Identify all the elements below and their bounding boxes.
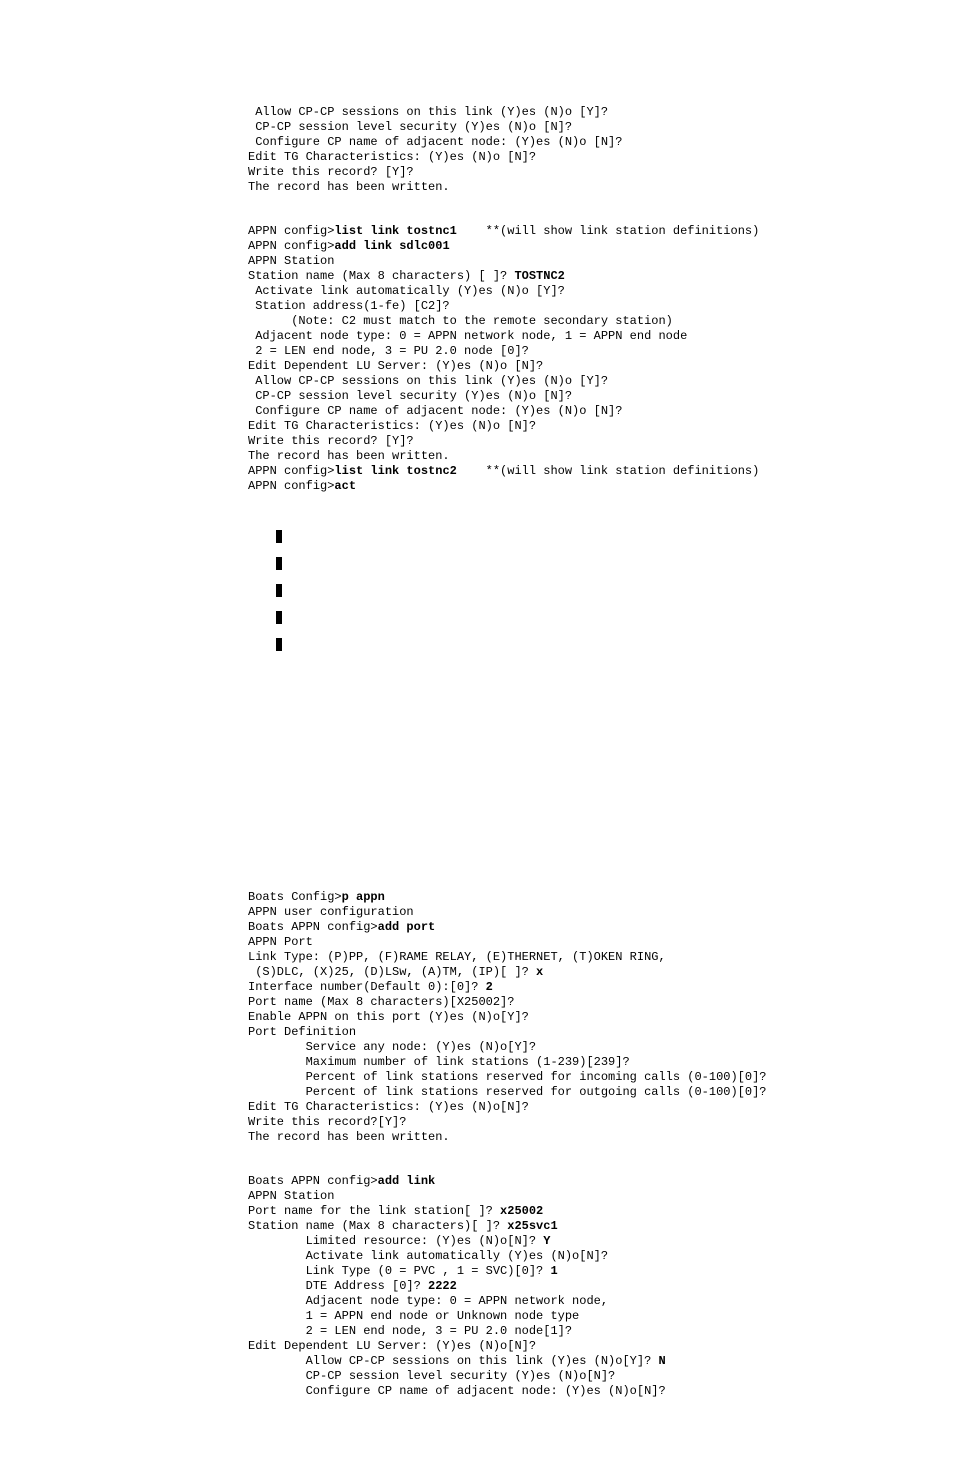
revision-bar-icon [276,584,282,597]
line: Edit Dependent LU Server: (Y)es (N)o [N]… [248,359,543,373]
terminal-block-4: Boats APPN config>add link APPN Station … [248,1159,954,1399]
line: Link Type (0 = PVC , 1 = SVC)[0]? [248,1264,550,1278]
input-value: x [536,965,543,979]
revision-bar-icon [276,557,282,570]
command: list link tostnc2 [334,464,456,478]
input-value: Y [543,1234,550,1248]
line: Link Type: (P)PP, (F)RAME RELAY, (E)THER… [248,950,666,964]
line: Port Definition [248,1025,356,1039]
line: Allow CP-CP sessions on this link (Y)es … [248,1354,658,1368]
command: add link [378,1174,436,1188]
line: Percent of link stations reserved for ou… [248,1085,766,1099]
input-value: x25002 [500,1204,543,1218]
line: The record has been written. [248,449,450,463]
line: Maximum number of link stations (1-239)[… [248,1055,630,1069]
line: Write this record? [Y]? [248,434,414,448]
command: list link tostnc1 [334,224,456,238]
command: add port [378,920,436,934]
line: (Note: C2 must match to the remote secon… [248,314,673,328]
line: 2 = LEN end node, 3 = PU 2.0 node[1]? [248,1324,572,1338]
line: 1 = APPN end node or Unknown node type [248,1309,579,1323]
revision-bar-icon [276,611,282,624]
command: p appn [342,890,385,904]
line: DTE Address [0]? [248,1279,428,1293]
line: Write this record? [Y]? [248,165,414,179]
line: Port name (Max 8 characters)[X25002]? [248,995,514,1009]
line: The record has been written. [248,1130,450,1144]
line: APPN Station [248,1189,334,1203]
line: Activate link automatically (Y)es (N)o [… [248,284,565,298]
line: Allow CP-CP sessions on this link (Y)es … [248,374,608,388]
line: Activate link automatically (Y)es (N)o[N… [248,1249,608,1263]
prompt: Boats Config> [248,890,342,904]
line: Station name (Max 8 characters) [ ]? [248,269,514,283]
prompt: Boats APPN config> [248,920,378,934]
line: Service any node: (Y)es (N)o[Y]? [248,1040,536,1054]
revision-bars [276,530,954,651]
line: Port name for the link station[ ]? [248,1204,500,1218]
line: Interface number(Default 0):[0]? [248,980,486,994]
input-value: 1 [550,1264,557,1278]
line: Allow CP-CP sessions on this link (Y)es … [248,105,608,119]
line: APPN user configuration [248,905,414,919]
prompt: APPN config> [248,464,334,478]
line: APPN Station [248,254,334,268]
prompt: Boats APPN config> [248,1174,378,1188]
prompt: APPN config> [248,224,334,238]
input-value: 2 [486,980,493,994]
line: Adjacent node type: 0 = APPN network nod… [248,1294,608,1308]
terminal-block-2: APPN config>list link tostnc1 **(will sh… [248,209,954,494]
revision-bar-icon [276,530,282,543]
input-value: TOSTNC2 [514,269,564,283]
line: Configure CP name of adjacent node: (Y)e… [248,1384,666,1398]
line: Edit TG Characteristics: (Y)es (N)o [N]? [248,150,536,164]
line: Adjacent node type: 0 = APPN network nod… [248,329,687,343]
line: Station address(1-fe) [C2]? [248,299,450,313]
line: The record has been written. [248,180,450,194]
line: Configure CP name of adjacent node: (Y)e… [248,404,622,418]
line: Write this record?[Y]? [248,1115,406,1129]
terminal-block-1: Allow CP-CP sessions on this link (Y)es … [248,90,954,195]
terminal-block-3: Boats Config>p appn APPN user configurat… [248,875,954,1145]
prompt: APPN config> [248,479,334,493]
prompt: APPN config> [248,239,334,253]
input-value: N [658,1354,665,1368]
line: CP-CP session level security (Y)es (N)o … [248,389,572,403]
line: Limited resource: (Y)es (N)o[N]? [248,1234,543,1248]
command: act [334,479,356,493]
input-value: x25svc1 [507,1219,557,1233]
line: 2 = LEN end node, 3 = PU 2.0 node [0]? [248,344,529,358]
line: CP-CP session level security (Y)es (N)o[… [248,1369,615,1383]
line: Configure CP name of adjacent node: (Y)e… [248,135,622,149]
line: Edit TG Characteristics: (Y)es (N)o[N]? [248,1100,529,1114]
input-value: 2222 [428,1279,457,1293]
line: APPN Port [248,935,313,949]
line: Edit Dependent LU Server: (Y)es (N)o[N]? [248,1339,536,1353]
revision-bar-icon [276,638,282,651]
line: Station name (Max 8 characters)[ ]? [248,1219,507,1233]
line: Percent of link stations reserved for in… [248,1070,766,1084]
line: (S)DLC, (X)25, (D)LSw, (A)TM, (IP)[ ]? [248,965,536,979]
command: add link sdlc001 [334,239,449,253]
line: Edit TG Characteristics: (Y)es (N)o [N]? [248,419,536,433]
line: CP-CP session level security (Y)es (N)o … [248,120,572,134]
comment: **(will show link station definitions) [457,464,759,478]
line: Enable APPN on this port (Y)es (N)o[Y]? [248,1010,529,1024]
comment: **(will show link station definitions) [457,224,759,238]
